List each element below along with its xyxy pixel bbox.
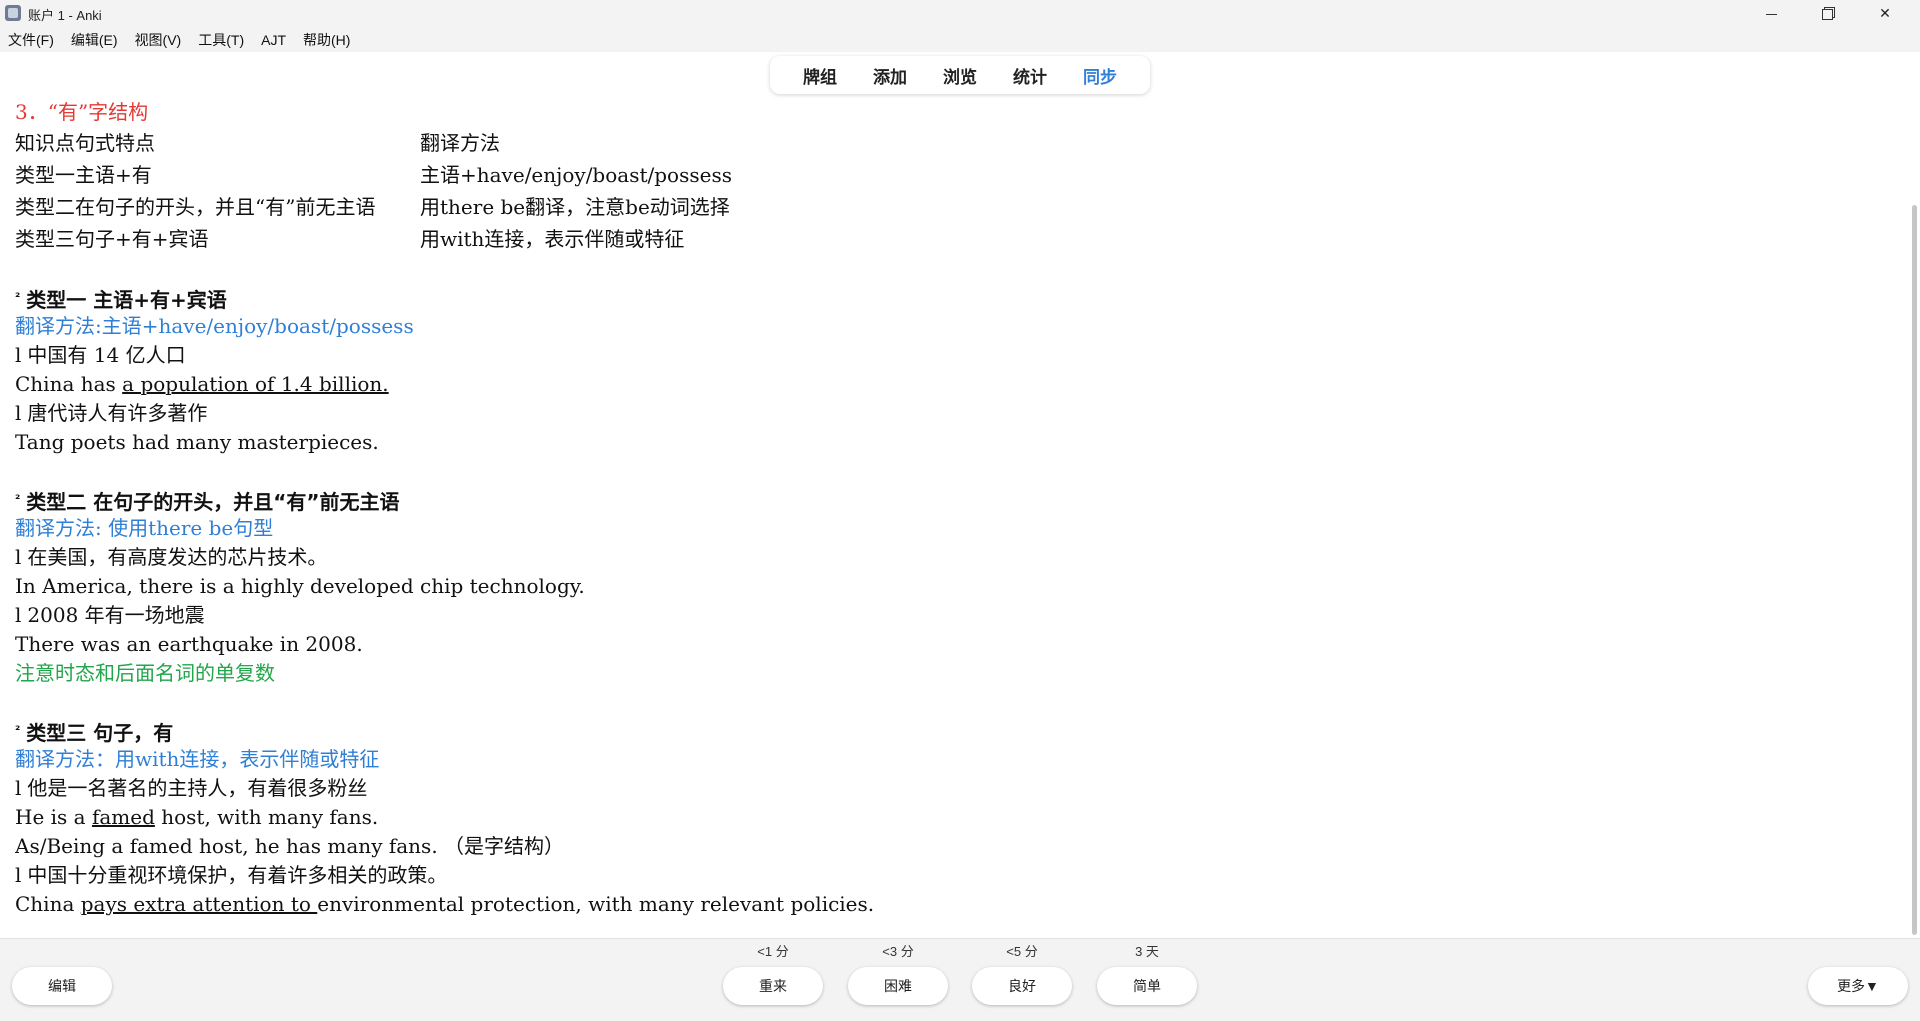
menu-tools[interactable]: 工具(T): [198, 30, 244, 50]
anki-app-icon: [5, 5, 21, 21]
card-content: 3．“有”字结构 知识点句式特点 翻译方法 类型一主语+有 主语+have/en…: [15, 98, 1895, 928]
table-cell: 类型二在句子的开头，并且“有”前无主语: [15, 194, 376, 219]
table-cell: 类型三句子+有+宾语: [15, 226, 209, 251]
main-toolbar: 牌组 添加 浏览 统计 同步: [770, 56, 1150, 94]
example-cn-text: 2008 年有一场地震: [27, 603, 205, 627]
more-button[interactable]: 更多▼: [1808, 967, 1908, 1005]
example-en-underlined: famed: [91, 805, 155, 829]
example-en: There was an earthquake in 2008.: [15, 632, 363, 656]
tab-decks[interactable]: 牌组: [785, 63, 855, 88]
example-en: He is a famed host, with many fans.: [15, 803, 1895, 832]
example-en-underlined: pays extra attention to: [80, 892, 318, 916]
section-marker: ²: [15, 723, 21, 737]
table-cell: 类型一主语+有: [15, 162, 152, 187]
example-en-text: environmental protection, with many rele…: [317, 892, 875, 916]
section-title-text: 类型三 句子，有: [26, 721, 174, 745]
window-title: 账户 1 - Anki: [28, 8, 102, 23]
section-title-text: 类型一 主语+有+宾语: [26, 288, 227, 312]
close-button[interactable]: ✕: [1862, 0, 1908, 28]
section-marker: ²: [15, 492, 21, 506]
example-cn-text: 在美国，有高度发达的芯片技术。: [27, 545, 328, 569]
maximize-button[interactable]: [1804, 0, 1850, 28]
menu-view[interactable]: 视图(V): [135, 30, 182, 50]
section-title-text: 类型二 在句子的开头，并且“有”前无主语: [26, 490, 400, 514]
menu-file[interactable]: 文件(F): [8, 30, 54, 50]
table-cell: 用there be翻译，注意be动词选择: [420, 194, 730, 219]
table-header-cell: 翻译方法: [420, 130, 500, 155]
card-heading: 3．“有”字结构: [15, 100, 149, 124]
section-method: 翻译方法:主语+have/enjoy/boast/possess: [15, 314, 414, 338]
edit-button[interactable]: 编辑: [12, 967, 112, 1005]
bullet: l: [15, 776, 22, 800]
example-cn: l 他是一名著名的主持人，有着很多粉丝: [15, 774, 1895, 803]
example-en: China has a population of 1.4 billion.: [15, 370, 1895, 399]
tab-add[interactable]: 添加: [855, 63, 925, 88]
table-header-row: 知识点句式特点 翻译方法: [15, 127, 1895, 159]
section-note: 注意时态和后面名词的单复数: [15, 661, 275, 685]
menu-edit[interactable]: 编辑(E): [71, 30, 118, 50]
section-method: 翻译方法: 使用there be句型: [15, 516, 274, 540]
section-title: ² 类型三 句子，有: [15, 716, 1895, 745]
tab-stats[interactable]: 统计: [995, 63, 1065, 88]
example-cn: l 2008 年有一场地震: [15, 601, 1895, 630]
table-cell: 用with连接，表示伴随或特征: [420, 226, 685, 251]
menu-bar: 文件(F) 编辑(E) 视图(V) 工具(T) AJT 帮助(H): [0, 28, 1920, 52]
example-en-underlined: a population of 1.4 billion.: [122, 372, 389, 396]
example-cn-text: 中国有 14 亿人口: [27, 343, 186, 367]
again-interval: <1 分: [757, 944, 789, 959]
example-cn: l 中国十分重视环境保护，有着许多相关的政策。: [15, 861, 1895, 890]
minimize-button[interactable]: [1748, 0, 1794, 28]
good-button[interactable]: 良好: [972, 967, 1072, 1005]
menu-help[interactable]: 帮助(H): [303, 30, 350, 50]
section-method: 翻译方法：用with连接，表示伴随或特征: [15, 747, 380, 771]
bullet: l: [15, 603, 22, 627]
tab-sync[interactable]: 同步: [1065, 63, 1135, 88]
bullet: l: [15, 545, 22, 569]
example-en: In America, there is a highly developed …: [15, 574, 585, 598]
example-cn: l 在美国，有高度发达的芯片技术。: [15, 543, 1895, 572]
section-marker: ²: [15, 290, 21, 304]
section-title: ² 类型二 在句子的开头，并且“有”前无主语: [15, 485, 1895, 514]
example-en-text: China has: [15, 372, 123, 396]
example-cn: l 中国有 14 亿人口: [15, 341, 1895, 370]
table-row: 类型二在句子的开头，并且“有”前无主语 用there be翻译，注意be动词选择: [15, 191, 1895, 223]
example-cn-text: 唐代诗人有许多著作: [27, 401, 208, 425]
good-interval: <5 分: [1006, 944, 1038, 959]
example-en-text: host, with many fans.: [154, 805, 379, 829]
example-cn-text: 他是一名著名的主持人，有着很多粉丝: [27, 776, 368, 800]
example-en: China pays extra attention to environmen…: [15, 890, 1895, 919]
bullet: l: [15, 343, 22, 367]
scrollbar-thumb[interactable]: [1912, 205, 1917, 935]
table-header-cell: 知识点句式特点: [15, 130, 155, 155]
example-cn: l 唐代诗人有许多著作: [15, 399, 1895, 428]
bullet: l: [15, 863, 22, 887]
example-en: Tang poets had many masterpieces.: [15, 430, 379, 454]
table-row: 类型三句子+有+宾语 用with连接，表示伴随或特征: [15, 223, 1895, 255]
menu-ajt[interactable]: AJT: [261, 32, 286, 48]
answer-bar: 编辑 <1 分 重来 <3 分 困难 <5 分 良好 3 天 简单 更多▼: [0, 938, 1920, 1021]
window-title-bar: 账户 1 - Anki ✕: [0, 0, 1920, 28]
hard-button[interactable]: 困难: [848, 967, 948, 1005]
easy-button[interactable]: 简单: [1097, 967, 1197, 1005]
hard-interval: <3 分: [882, 944, 914, 959]
table-row: 类型一主语+有 主语+have/enjoy/boast/possess: [15, 159, 1895, 191]
example-en-alt: As/Being a famed host, he has many fans.…: [15, 834, 565, 858]
again-button[interactable]: 重来: [723, 967, 823, 1005]
section-title: ² 类型一 主语+有+宾语: [15, 283, 1895, 312]
example-cn-text: 中国十分重视环境保护，有着许多相关的政策。: [27, 863, 448, 887]
tab-browse[interactable]: 浏览: [925, 63, 995, 88]
example-en-text: He is a: [15, 805, 92, 829]
bullet: l: [15, 401, 22, 425]
example-en-text: China: [15, 892, 81, 916]
easy-interval: 3 天: [1135, 944, 1159, 959]
table-cell: 主语+have/enjoy/boast/possess: [420, 162, 732, 187]
